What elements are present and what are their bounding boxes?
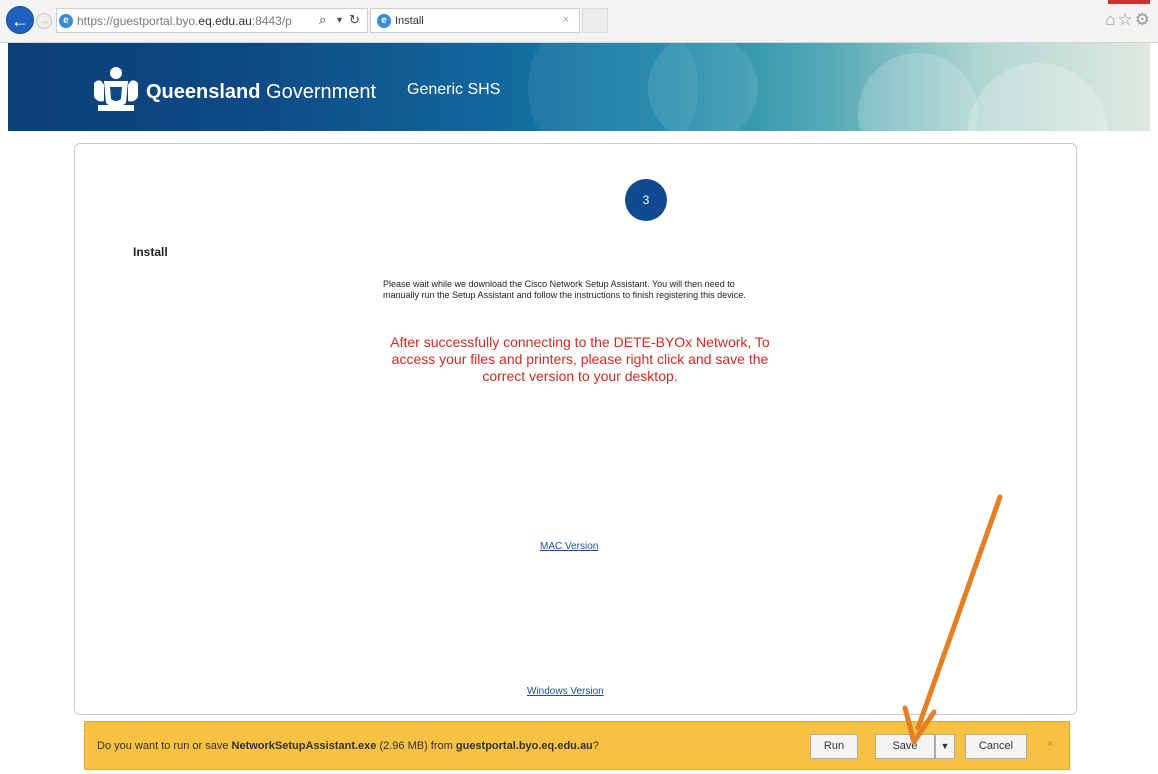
browser-toolbar: ← → e https://guestportal.byo.eq.edu.au:… <box>0 0 1158 43</box>
back-arrow-icon: ← <box>11 11 29 31</box>
download-message: Do you want to run or save NetworkSetupA… <box>97 740 599 752</box>
tab-favicon-icon: e <box>377 14 391 28</box>
url-prefix: https://guestportal.byo. <box>77 14 199 28</box>
notice-text: After successfully connecting to the DET… <box>390 334 770 384</box>
brand-name: Queensland Government <box>146 81 376 104</box>
window-accent <box>1108 0 1150 4</box>
brand-name-regular: Government <box>260 81 377 103</box>
close-icon[interactable]: × <box>1047 738 1053 750</box>
step-indicator: 3 <box>625 179 667 221</box>
back-button[interactable]: ← <box>6 6 34 34</box>
brand-name-bold: Queensland <box>146 81 261 103</box>
forward-arrow-icon: → <box>38 15 50 27</box>
download-size: (2.96 MB) from <box>376 740 456 752</box>
windows-version-link[interactable]: Windows Version <box>527 686 604 697</box>
mac-version-link[interactable]: MAC Version <box>540 541 598 552</box>
toolbar-icons[interactable]: ⌂☆⚙ <box>1105 10 1152 30</box>
section-title: Install <box>133 245 168 259</box>
address-bar[interactable]: e https://guestportal.byo.eq.edu.au:8443… <box>56 8 368 33</box>
site-banner: Queensland Government Generic SHS <box>8 43 1150 131</box>
site-favicon-icon: e <box>59 14 73 28</box>
refresh-icon[interactable]: ↻ <box>349 12 360 28</box>
forward-button[interactable]: → <box>36 13 52 29</box>
run-button[interactable]: Run <box>810 734 858 759</box>
queensland-crest-logo <box>94 67 138 111</box>
content-card: 3 Install Please wait while we download … <box>74 143 1077 715</box>
save-button[interactable]: Save <box>875 734 935 759</box>
download-filename: NetworkSetupAssistant.exe <box>231 740 377 752</box>
new-tab-button[interactable] <box>582 8 608 33</box>
tab-close-icon[interactable]: × <box>563 14 569 26</box>
download-msg-suffix: ? <box>592 740 599 752</box>
url-domain: eq.edu.au <box>198 14 252 28</box>
search-icon[interactable]: ⌕ <box>319 12 326 28</box>
site-name: Generic SHS <box>407 81 501 98</box>
instructions-text: Please wait while we download the Cisco … <box>383 279 746 300</box>
url-text[interactable]: https://guestportal.byo.eq.edu.au:8443/p <box>77 14 315 28</box>
cancel-button[interactable]: Cancel <box>965 734 1027 759</box>
download-notification-bar: Do you want to run or save NetworkSetupA… <box>84 721 1070 770</box>
url-suffix: :8443/p <box>251 14 296 28</box>
address-dropdown-icon[interactable]: ▾ <box>337 15 342 26</box>
tab-title: Install <box>395 15 424 27</box>
tab-install[interactable]: e Install × <box>370 8 580 33</box>
download-msg-prefix: Do you want to run or save <box>97 740 232 752</box>
chevron-down-icon: ▼ <box>940 741 950 751</box>
download-source: guestportal.byo.eq.edu.au <box>455 740 593 752</box>
save-options-dropdown[interactable]: ▼ <box>935 734 955 759</box>
